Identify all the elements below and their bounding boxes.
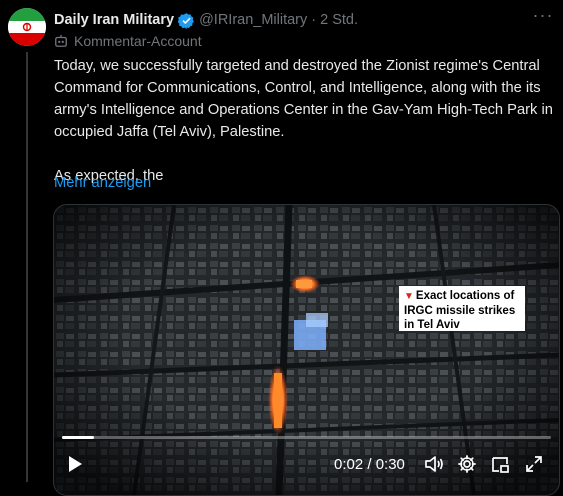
strike-callout: ▼ Exact locations of IRGC missile strikes…: [399, 286, 525, 331]
volume-icon[interactable]: [424, 454, 444, 474]
separator-dot: ·: [311, 12, 317, 28]
tweet-text: Today, we successfully targeted and dest…: [54, 55, 554, 187]
account-label-row: Kommentar-Account: [54, 33, 202, 49]
author-handle[interactable]: @IRIran_Military: [199, 12, 307, 28]
callout-text: Exact locations of IRGC missile strikes …: [404, 290, 516, 331]
verified-badge-icon: [178, 12, 194, 29]
tweet-paragraph-1: Today, we successfully targeted and dest…: [54, 58, 553, 140]
video-timecode: 0:02 / 0:30: [334, 456, 405, 473]
more-dots-icon[interactable]: ···: [531, 6, 555, 28]
fullscreen-icon[interactable]: [524, 454, 544, 474]
callout-marker-icon: ▼: [404, 291, 414, 302]
show-more-link[interactable]: Mehr anzeigen: [54, 175, 151, 191]
avatar[interactable]: [8, 8, 46, 46]
account-label: Kommentar-Account: [74, 33, 202, 49]
timestamp[interactable]: 2 Std.: [320, 12, 358, 28]
bot-icon: [55, 34, 67, 47]
video-progress-fill: [62, 436, 95, 439]
video-player[interactable]: ▼ Exact locations of IRGC missile strikes…: [53, 204, 560, 496]
play-icon[interactable]: [66, 455, 84, 473]
thread-line: [26, 52, 28, 482]
tweet-header: Daily Iran Military @IRIran_Military · 2…: [54, 10, 553, 30]
picture-in-picture-icon[interactable]: [490, 454, 510, 474]
gear-icon[interactable]: [457, 454, 477, 474]
video-controls: 0:02 / 0:30: [54, 449, 559, 479]
video-progress-bar[interactable]: [62, 436, 551, 439]
tweet[interactable]: Daily Iran Military @IRIran_Military · 2…: [0, 0, 563, 496]
iran-flag-icon: [8, 8, 46, 46]
author-name[interactable]: Daily Iran Military: [54, 12, 174, 28]
